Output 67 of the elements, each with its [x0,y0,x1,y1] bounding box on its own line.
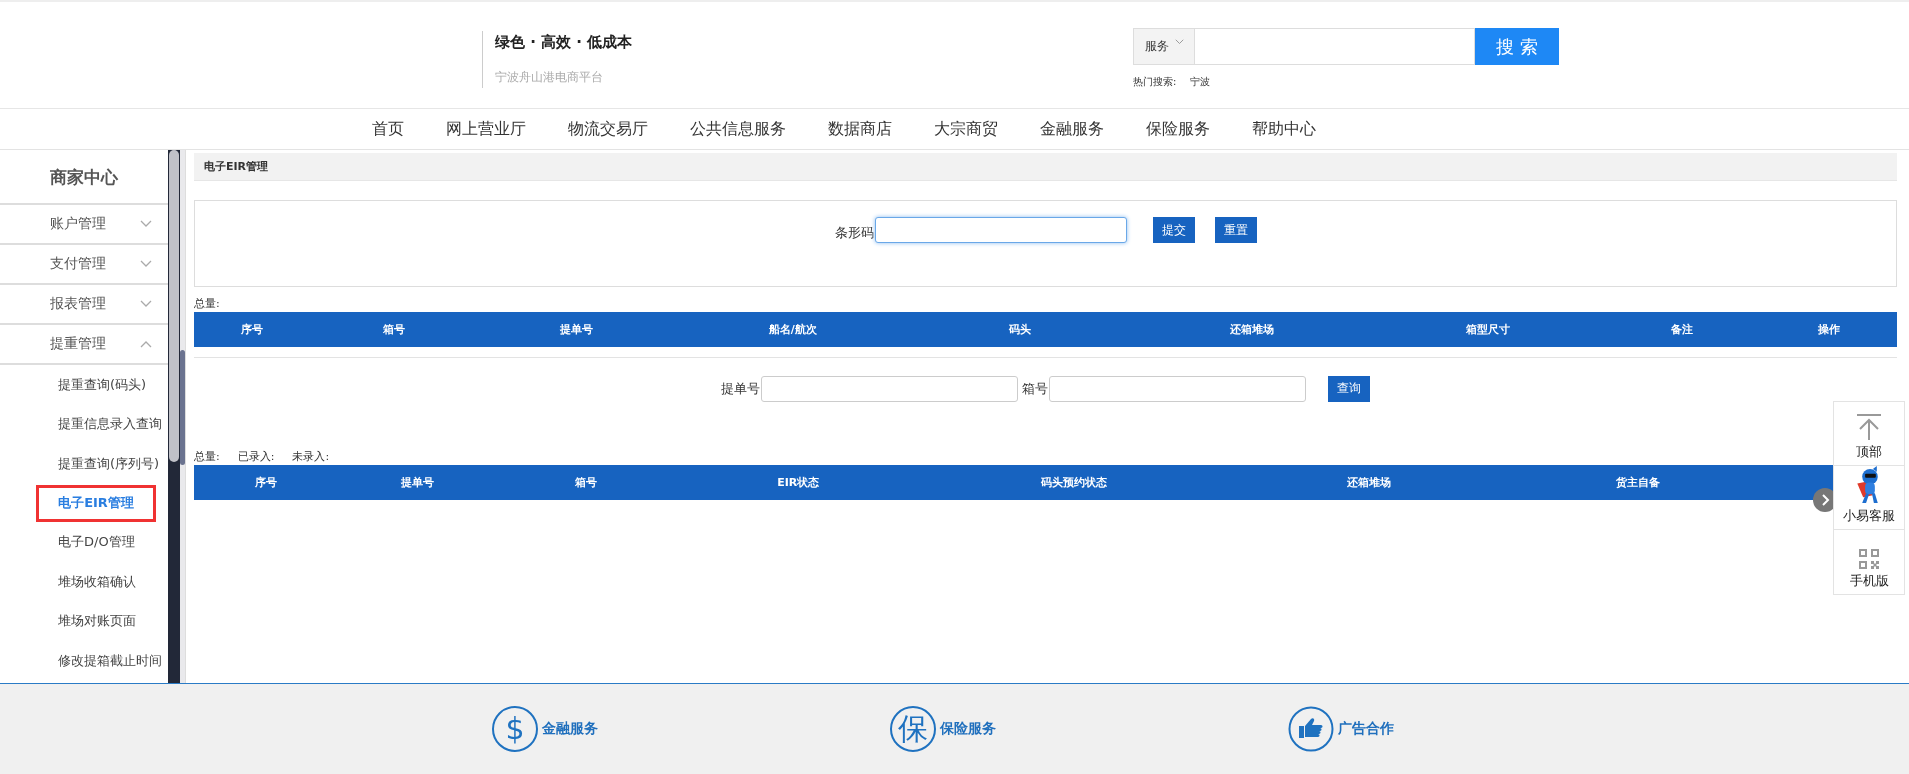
qr-code-icon [1858,548,1880,570]
column-header[interactable]: 码头 [909,322,1131,337]
text-field[interactable] [1049,375,1306,402]
submenu-item[interactable]: 堆场收箱确认 [0,562,168,602]
barcode-field[interactable] [874,217,1127,243]
submit-button[interactable]: 提交 [1152,217,1195,243]
column-header[interactable]: 提单号 [337,475,498,490]
slogan: 绿色 · 高效 · 低成本 [495,33,634,52]
panel-title: 电子EIR管理 [194,153,1897,181]
thumbs-up-icon[interactable] [1288,706,1334,752]
caret-icon [1174,38,1184,45]
nav-link[interactable]: 公共信息服务 [690,118,786,140]
submenu-item[interactable]: 堆场对账页面 [0,601,168,641]
column-header[interactable]: 操作 [1760,322,1897,337]
nav-link[interactable]: 金融服务 [1040,118,1104,140]
scrollbar[interactable] [180,150,185,683]
hot-search-label: 热门搜索: [1133,75,1177,89]
count-label: 总量: [194,449,220,463]
column-header[interactable]: 码头预约状态 [921,475,1227,490]
column-header[interactable]: 备注 [1603,322,1761,337]
column-header[interactable]: 箱号 [310,322,477,337]
float-button[interactable]: 手机版 [1834,530,1904,594]
scrollbar[interactable] [168,150,180,683]
column-header[interactable]: 还箱堆场 [1226,475,1511,490]
column-header[interactable]: 船名/航次 [676,322,910,337]
count-label: 已录入: [237,449,275,463]
column-header[interactable]: 还箱堆场 [1130,322,1374,337]
column-header[interactable]: 箱号 [497,475,675,490]
footer-link[interactable]: 金融服务 [542,720,598,738]
submenu-item[interactable]: 提重查询(码头) [0,365,168,405]
submenu-item[interactable]: 修改提箱截止时间 [0,641,168,681]
nav-link[interactable]: 大宗商贸 [934,118,998,140]
float-button[interactable]: 小易客服 [1834,466,1904,530]
search-button[interactable]: 搜 索 [1475,28,1559,65]
column-header[interactable]: 箱型尺寸 [1373,322,1604,337]
query-button[interactable]: 查询 [1328,375,1370,402]
column-header[interactable]: 序号 [194,475,338,490]
nav-link[interactable]: 网上营业厅 [446,118,526,140]
submenu-item[interactable]: 电子EIR管理 [36,484,156,522]
count-label: 总量: [194,296,220,310]
search-field[interactable] [1195,28,1475,65]
column-header[interactable]: 序号 [194,322,311,337]
reset-button[interactable]: 重置 [1214,217,1257,243]
field-label: 条形码 [834,224,874,242]
field-label: 箱号 [1022,379,1048,398]
column-header[interactable]: EIR状态 [675,475,922,490]
site-subtitle: 宁波舟山港电商平台 [495,69,604,86]
nav-link[interactable]: 数据商店 [828,118,892,140]
insurance-icon[interactable]: 保 [890,706,936,752]
nav-link[interactable]: 帮助中心 [1252,118,1316,140]
column-header[interactable]: 货主自备 [1510,475,1766,490]
hot-search-link[interactable]: 宁波 [1190,75,1211,89]
submenu-item[interactable]: 电子D/O管理 [0,522,168,562]
float-button[interactable]: 顶部 [1834,402,1904,466]
category-dropdown[interactable]: 服务 [1133,28,1195,65]
nav-link[interactable]: 物流交易厅 [568,118,648,140]
submenu-item[interactable]: 提重信息录入查询 [0,404,168,444]
footer-link[interactable]: 广告合作 [1338,720,1394,738]
nav-link[interactable]: 保险服务 [1146,118,1210,140]
dollar-icon[interactable]: $ [492,706,538,752]
footer-link[interactable]: 保险服务 [940,720,996,738]
nav-link[interactable]: 首页 [372,118,404,140]
count-label: 未录入: [292,449,330,463]
column-header[interactable]: 提单号 [477,322,677,337]
submenu-item[interactable]: 提重查询(序列号) [0,444,168,484]
field-label: 提单号 [721,379,760,398]
text-field[interactable] [761,375,1018,402]
